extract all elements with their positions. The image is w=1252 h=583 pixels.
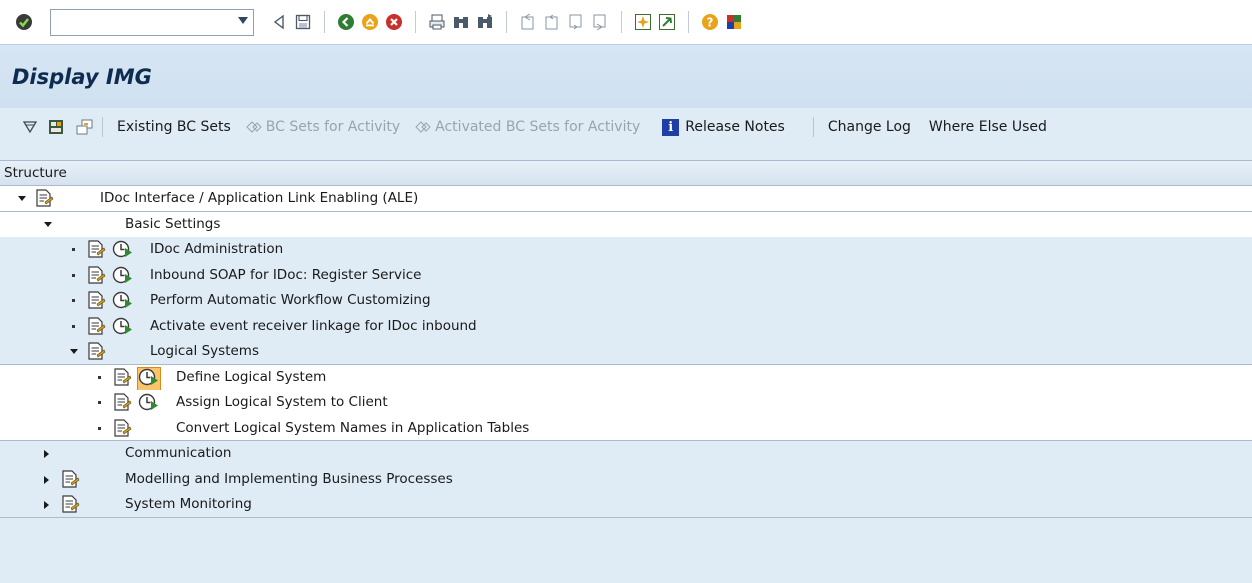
exit-icon[interactable] <box>361 13 379 31</box>
leaf-bullet-icon <box>72 299 75 302</box>
leaf-bullet-icon <box>72 248 75 251</box>
expand-right-icon[interactable] <box>44 501 49 509</box>
tree-node[interactable]: System Monitoring <box>0 492 1252 518</box>
leaf-bullet-icon <box>98 401 101 404</box>
command-input[interactable] <box>51 9 231 34</box>
tree-node[interactable]: Modelling and Implementing Business Proc… <box>0 467 1252 493</box>
tree-node[interactable]: Define Logical System <box>0 364 1252 397</box>
application-toolbar: Existing BC Sets BC Sets for Activity Ac… <box>0 108 1252 146</box>
expand-down-icon[interactable] <box>44 221 52 227</box>
activated-bc-sets-button[interactable]: Activated BC Sets for Activity <box>414 119 640 135</box>
tree-node-label[interactable]: Assign Logical System to Client <box>176 390 388 415</box>
toolbar-separator <box>102 117 103 137</box>
tree-node-label[interactable]: Define Logical System <box>176 365 326 390</box>
next-page-icon[interactable] <box>567 13 585 31</box>
previous-page-icon[interactable] <box>543 13 561 31</box>
tree-node-label[interactable]: Communication <box>125 441 231 466</box>
command-field[interactable] <box>50 8 254 36</box>
expand-down-icon[interactable] <box>18 196 26 201</box>
leaf-bullet-icon <box>72 273 75 277</box>
back-icon[interactable] <box>337 13 355 31</box>
last-page-icon[interactable] <box>591 13 609 31</box>
toolbar-separator <box>688 11 689 33</box>
bc-sets-for-activity-button[interactable]: BC Sets for Activity <box>245 119 400 135</box>
tree-node-label[interactable]: IDoc Administration <box>150 237 283 262</box>
documentation-icon[interactable] <box>48 119 66 135</box>
toolbar-separator <box>324 11 325 33</box>
tree-rows: IDoc Interface / Application Link Enabli… <box>0 186 1252 518</box>
tree-node[interactable]: Communication <box>0 441 1252 467</box>
bc-set-icon <box>246 121 262 133</box>
help-icon[interactable]: ? <box>701 13 719 31</box>
tree-node[interactable]: Logical Systems <box>0 339 1252 365</box>
existing-bc-sets-button[interactable]: Existing BC Sets <box>117 119 231 135</box>
svg-text:?: ? <box>707 16 714 30</box>
page-title: Display IMG <box>12 65 152 89</box>
tree-node-label[interactable]: Inbound SOAP for IDoc: Register Service <box>150 263 421 288</box>
back-nav-icon[interactable] <box>270 13 288 31</box>
create-session-icon[interactable] <box>634 13 652 31</box>
info-icon: i <box>662 118 680 136</box>
toolbar-separator <box>621 11 622 33</box>
first-page-icon[interactable] <box>519 13 537 31</box>
activated-bc-sets-label: Activated BC Sets for Activity <box>435 119 641 135</box>
tree-node[interactable]: Activate event receiver linkage for IDoc… <box>0 314 1252 340</box>
customize-layout-icon[interactable] <box>725 13 743 31</box>
save-icon[interactable] <box>294 13 312 31</box>
print-icon[interactable] <box>428 13 446 31</box>
where-used-icon[interactable] <box>76 119 94 135</box>
tree-node[interactable]: IDoc Administration <box>0 237 1252 263</box>
tree-node[interactable]: Perform Automatic Workflow Customizing <box>0 288 1252 314</box>
release-notes-label: Release Notes <box>685 119 785 135</box>
leaf-bullet-icon <box>98 375 101 379</box>
find-icon[interactable] <box>452 13 470 31</box>
tree-node[interactable]: Convert Logical System Names in Applicat… <box>0 415 1252 441</box>
bc-set-icon <box>415 121 431 133</box>
enter-icon[interactable] <box>15 13 33 31</box>
tree-node[interactable]: Assign Logical System to Client <box>0 390 1252 416</box>
toolbar-separator <box>812 117 814 137</box>
expand-right-icon[interactable] <box>44 450 49 458</box>
where-else-used-button[interactable]: Where Else Used <box>929 119 1047 135</box>
expand-down-icon[interactable] <box>70 349 78 354</box>
shortcut-icon[interactable] <box>658 13 676 31</box>
tree-node-label[interactable]: Basic Settings <box>125 212 220 237</box>
toolbar-separator <box>415 11 416 33</box>
tree-column-header: Structure <box>0 160 1252 186</box>
tree-node-label[interactable]: System Monitoring <box>125 492 252 517</box>
expand-subtree-icon[interactable] <box>22 119 38 135</box>
tree-node-label[interactable]: IDoc Interface / Application Link Enabli… <box>100 186 418 211</box>
img-structure-tree: Structure IDoc Interface / Application L… <box>0 160 1252 583</box>
tree-node[interactable]: Inbound SOAP for IDoc: Register Service <box>0 263 1252 289</box>
tree-node-label[interactable]: Logical Systems <box>150 339 259 364</box>
bc-sets-for-activity-label: BC Sets for Activity <box>265 119 401 135</box>
command-dropdown-icon[interactable] <box>238 16 248 24</box>
expand-right-icon[interactable] <box>44 475 49 484</box>
release-notes-button[interactable]: i Release Notes <box>662 118 785 136</box>
tree-node-label[interactable]: Convert Logical System Names in Applicat… <box>176 416 529 441</box>
cancel-icon[interactable] <box>385 13 403 31</box>
find-next-icon[interactable] <box>476 13 494 31</box>
tree-node-label[interactable]: Modelling and Implementing Business Proc… <box>125 467 453 492</box>
toolbar-separator <box>506 11 507 33</box>
change-log-button[interactable]: Change Log <box>828 119 911 135</box>
title-bar: Display IMG <box>0 44 1252 108</box>
tree-node[interactable]: IDoc Interface / Application Link Enabli… <box>0 186 1252 212</box>
documentation-icon[interactable] <box>60 495 80 523</box>
leaf-bullet-icon <box>72 324 75 328</box>
system-toolbar: ? <box>0 0 1252 44</box>
tree-node-label[interactable]: Activate event receiver linkage for IDoc… <box>150 314 477 339</box>
tree-node[interactable]: Basic Settings <box>0 211 1252 237</box>
tree-node-label[interactable]: Perform Automatic Workflow Customizing <box>150 288 431 313</box>
leaf-bullet-icon <box>98 426 101 430</box>
